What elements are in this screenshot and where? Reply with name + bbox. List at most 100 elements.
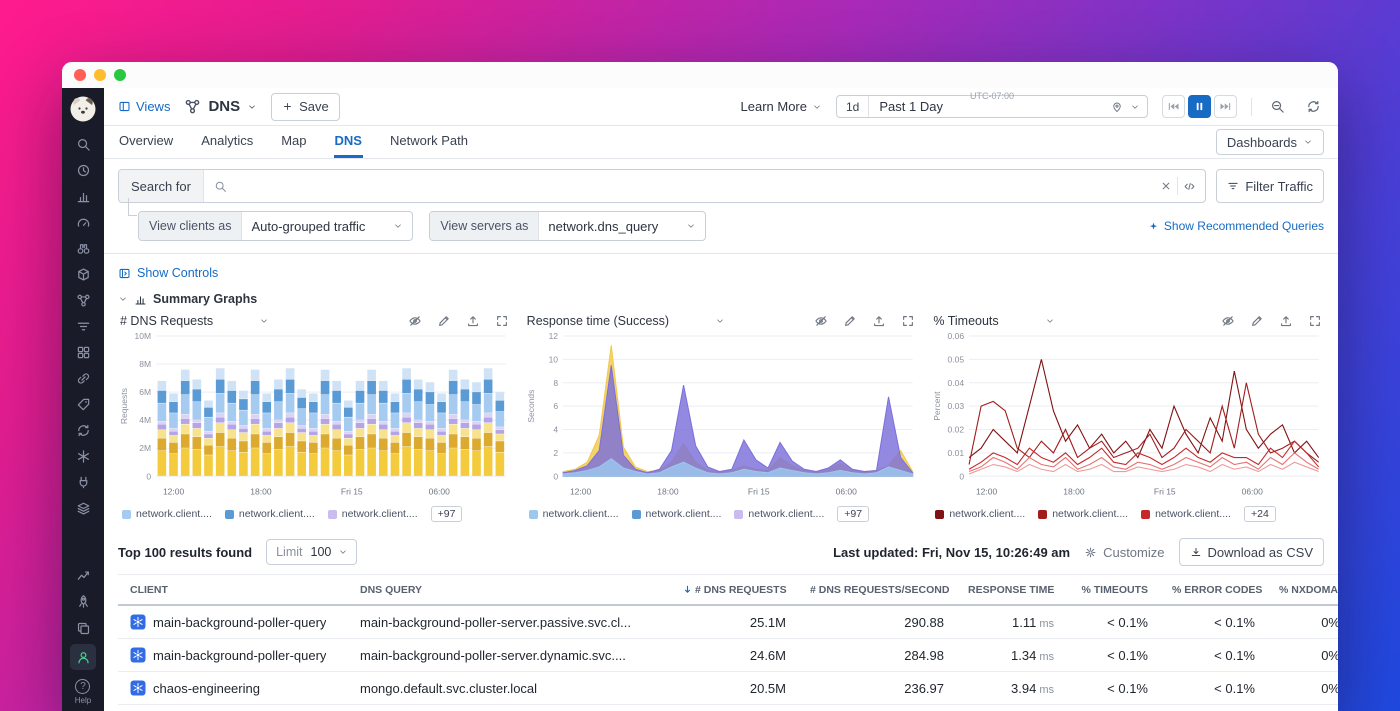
sidebar-item-link[interactable] [70, 368, 96, 388]
legend-item[interactable]: network.client.... [935, 508, 1025, 520]
hide-series-button[interactable] [814, 314, 828, 328]
learn-more-dropdown[interactable]: Learn More [741, 99, 822, 114]
save-button[interactable]: Save [271, 93, 340, 121]
filter-traffic-button[interactable]: Filter Traffic [1216, 169, 1324, 203]
client-cell[interactable]: main-background-poller-query [130, 647, 336, 663]
sidebar-item-sync[interactable] [70, 420, 96, 440]
expand-chart-button[interactable] [1308, 314, 1322, 328]
close-window-button[interactable] [74, 69, 86, 81]
sidebar-item-gauge[interactable] [70, 212, 96, 232]
export-chart-button[interactable] [466, 314, 480, 328]
legend-more-badge[interactable]: +24 [1244, 506, 1276, 522]
export-chart-button[interactable] [1279, 314, 1293, 328]
query-syntax-icon[interactable] [1183, 180, 1196, 193]
filter-icon [1227, 180, 1239, 192]
view-servers-as-select[interactable]: View servers as network.dns_query [429, 211, 706, 241]
edit-chart-button[interactable] [437, 314, 451, 328]
refresh-button[interactable] [1302, 96, 1324, 118]
tab-analytics[interactable]: Analytics [200, 126, 254, 158]
zoom-window-button[interactable] [114, 69, 126, 81]
column-header--error-codes[interactable]: % ERROR CODES [1160, 575, 1267, 606]
sidebar-item-asterisk[interactable] [70, 446, 96, 466]
sidebar-item-nodes[interactable] [70, 290, 96, 310]
hide-series-button[interactable] [1221, 314, 1235, 328]
sidebar-item-plug[interactable] [70, 472, 96, 492]
sidebar-item-apps[interactable] [70, 342, 96, 362]
sidebar-item-help[interactable]: ? Help [75, 679, 91, 705]
legend-item[interactable]: network.client.... [734, 508, 824, 520]
legend-item[interactable]: network.client.... [328, 508, 418, 520]
download-csv-button[interactable]: Download as CSV [1179, 538, 1325, 566]
tab-dns[interactable]: DNS [334, 126, 363, 158]
sidebar-item-chart-bars[interactable] [70, 186, 96, 206]
chart-canvas[interactable]: 02M4M6M8M10MRequests12:0018:00Fri 1506:0… [118, 328, 511, 504]
chart-metric-select[interactable]: % Timeouts [933, 314, 1054, 328]
sidebar-item-rocket[interactable] [70, 590, 96, 612]
table-row[interactable]: main-background-poller-querymain-backgro… [118, 639, 1338, 672]
chart-metric-select[interactable]: Response time (Success) [527, 314, 725, 328]
view-servers-value: network.dns_query [548, 219, 658, 234]
column-header--dns-requests[interactable]: # DNS REQUESTS [670, 575, 798, 606]
edit-chart-button[interactable] [1250, 314, 1264, 328]
legend-item[interactable]: network.client.... [225, 508, 315, 520]
tab-map[interactable]: Map [280, 126, 307, 158]
edit-chart-button[interactable] [843, 314, 857, 328]
export-chart-button[interactable] [872, 314, 886, 328]
hide-series-button[interactable] [408, 314, 422, 328]
search-input[interactable] [233, 179, 1160, 194]
app-selector[interactable]: DNS [184, 98, 257, 115]
column-header--nxdomai[interactable]: % NXDOMAI [1267, 575, 1338, 606]
legend-more-badge[interactable]: +97 [837, 506, 869, 522]
time-range-short[interactable]: 1d [837, 96, 869, 117]
step-forward-button[interactable] [1214, 95, 1237, 118]
sidebar-item-search[interactable] [70, 134, 96, 154]
clear-search-icon[interactable] [1160, 180, 1172, 192]
legend-item[interactable]: network.client.... [122, 508, 212, 520]
client-cell[interactable]: chaos-engineering [130, 680, 336, 696]
legend-more-badge[interactable]: +97 [431, 506, 463, 522]
sidebar-item-binoculars[interactable] [70, 238, 96, 258]
sidebar-item-insights[interactable] [70, 563, 96, 585]
legend-item[interactable]: network.client.... [1038, 508, 1128, 520]
zoom-out-button[interactable] [1266, 96, 1288, 118]
sidebar-item-filter[interactable] [70, 316, 96, 336]
column-header-dns-query[interactable]: DNS QUERY [348, 575, 670, 606]
sidebar-item-cube[interactable] [70, 264, 96, 284]
view-clients-as-select[interactable]: View clients as Auto-grouped traffic [138, 211, 413, 241]
pin-icon[interactable] [1111, 101, 1123, 113]
sidebar-item-history[interactable] [70, 160, 96, 180]
legend-item[interactable]: network.client.... [632, 508, 722, 520]
show-controls-link[interactable]: Show Controls [104, 254, 1338, 282]
step-back-button[interactable] [1162, 95, 1185, 118]
column-header--timeouts[interactable]: % TIMEOUTS [1066, 575, 1160, 606]
minimize-window-button[interactable] [94, 69, 106, 81]
summary-graphs-header[interactable]: Summary Graphs [118, 292, 1324, 306]
pause-button[interactable] [1188, 95, 1211, 118]
column-header-client[interactable]: CLIENT [118, 575, 348, 606]
sidebar-item-layers[interactable] [70, 498, 96, 518]
kentik-logo[interactable] [70, 96, 96, 122]
views-button[interactable]: Views [118, 99, 170, 114]
legend-item[interactable]: network.client.... [529, 508, 619, 520]
table-row[interactable]: chaos-engineeringmongo.default.svc.clust… [118, 672, 1338, 705]
chevron-down-icon[interactable] [1130, 102, 1140, 112]
limit-select[interactable]: Limit 100 [266, 539, 357, 565]
column-header-response-time[interactable]: RESPONSE TIME [956, 575, 1066, 606]
tab-network-path[interactable]: Network Path [389, 126, 469, 158]
chart-canvas[interactable]: 024681012Seconds12:0018:00Fri 1506:00 [525, 328, 918, 504]
customize-button[interactable]: Customize [1084, 545, 1164, 560]
sidebar-item-user[interactable] [70, 644, 96, 670]
expand-chart-button[interactable] [901, 314, 915, 328]
client-cell[interactable]: main-background-poller-query [130, 614, 336, 630]
legend-item[interactable]: network.client.... [1141, 508, 1231, 520]
show-recommended-queries-link[interactable]: Show Recommended Queries [1148, 219, 1324, 233]
table-row[interactable]: main-background-poller-querymain-backgro… [118, 605, 1338, 639]
sidebar-item-tag[interactable] [70, 394, 96, 414]
dashboards-button[interactable]: Dashboards [1216, 129, 1324, 155]
sidebar-item-copy[interactable] [70, 617, 96, 639]
tab-overview[interactable]: Overview [118, 126, 174, 158]
expand-chart-button[interactable] [495, 314, 509, 328]
chart-metric-select[interactable]: # DNS Requests [120, 314, 269, 328]
column-header--dns-requests-second[interactable]: # DNS REQUESTS/SECOND [798, 575, 956, 606]
chart-canvas[interactable]: 00.010.020.030.040.050.06Percent12:0018:… [931, 328, 1324, 504]
